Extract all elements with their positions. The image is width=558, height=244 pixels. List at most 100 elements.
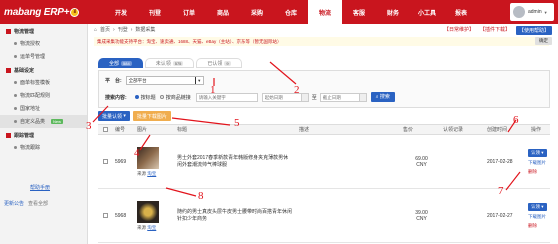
platform-row: 平 台: 全部平台 ▼: [105, 76, 204, 85]
tab-count: 584: [121, 60, 132, 66]
update-notice-link[interactable]: 更新公告: [4, 200, 24, 207]
download-images-link[interactable]: 下载图片: [528, 214, 546, 220]
created-date: 2017-02-28: [487, 158, 513, 165]
col-created: 创建时间: [487, 127, 508, 133]
chevron-down-icon: ▼: [543, 9, 548, 15]
user-name: admin: [528, 9, 542, 15]
nav-logistics[interactable]: 物流: [308, 0, 342, 24]
bulk-claim-button[interactable]: 批量认领 ▾: [98, 111, 130, 121]
chevron-down-icon[interactable]: ▼: [194, 77, 203, 84]
group-icon: [6, 133, 11, 138]
calendar-icon[interactable]: [358, 92, 367, 102]
sidebar-group-settings[interactable]: 基础设定: [0, 63, 87, 76]
row-number: 5968: [115, 212, 127, 219]
tab-unclaimed[interactable]: 未认领 575: [144, 58, 195, 68]
row-checkbox[interactable]: [102, 213, 108, 218]
row-actions: 认领 ▾ 下载图片 删除: [528, 189, 550, 242]
nav-develop[interactable]: 开发: [104, 0, 138, 24]
sidebar-item-logistics-auth[interactable]: 物流授权: [0, 37, 87, 50]
row-select-cell: [98, 135, 112, 188]
search-icon: ⌕: [375, 94, 379, 100]
sidebar-item-custom-category[interactable]: 自定义品类 New: [0, 115, 87, 128]
notice-confirm-button[interactable]: 确定: [535, 37, 552, 45]
radio-by-title[interactable]: [134, 95, 139, 99]
product-thumbnail[interactable]: [137, 146, 159, 169]
product-thumbnail[interactable]: [137, 200, 159, 223]
end-date-input[interactable]: [319, 92, 360, 102]
keyword-input[interactable]: [195, 92, 258, 102]
help-link[interactable]: 【使用帮助】: [515, 26, 552, 35]
nav-warehouse[interactable]: 仓库: [274, 0, 308, 24]
col-claim-record: 认领记录: [443, 127, 464, 133]
app-logo[interactable]: mabang ERP+ ¥: [4, 6, 80, 18]
sidebar-group-tracking[interactable]: 跟踪管理: [0, 128, 87, 141]
update-notice[interactable]: 更新公告 查看全部: [4, 200, 48, 207]
avatar: [513, 6, 525, 18]
bullet-icon: [14, 146, 17, 149]
breadcrumb-home[interactable]: 首页: [100, 26, 110, 33]
annotation-8: 8: [198, 190, 204, 202]
breadcrumb-sep: ›: [113, 26, 115, 33]
delete-link[interactable]: 删除: [528, 169, 537, 175]
nav-products[interactable]: 商品: [206, 0, 240, 24]
nav-finance[interactable]: 财务: [376, 0, 410, 24]
select-all-checkbox[interactable]: [102, 127, 108, 132]
plugin-download-link[interactable]: 【插件下载】: [480, 26, 510, 35]
tab-count: 575: [172, 60, 184, 66]
product-title: 随约的男士真皮头层牛皮男士腰带时尚百搭青年休闲针扣少年商务: [177, 209, 293, 222]
bullet-icon: [14, 55, 17, 58]
bullet-icon: [14, 120, 17, 123]
claim-button[interactable]: 认领 ▾: [528, 202, 547, 211]
select-all-cell: [98, 125, 112, 134]
maintenance-link[interactable]: 【日常维护】: [444, 26, 474, 35]
chevron-down-icon: ▾: [123, 113, 126, 119]
nav-service[interactable]: 客服: [342, 0, 376, 24]
col-number: 编号: [115, 127, 126, 133]
row-select-cell: [98, 189, 112, 242]
nav-reports[interactable]: 报表: [444, 0, 478, 24]
nav-listing[interactable]: 刊登: [138, 0, 172, 24]
sidebar-item-label-templates[interactable]: 面单标签模板: [0, 76, 87, 89]
bullet-icon: [14, 94, 17, 97]
nav-orders[interactable]: 订单: [172, 0, 206, 24]
nav-tools[interactable]: 小工具: [410, 0, 444, 24]
user-menu[interactable]: admin ▼: [510, 3, 554, 21]
row-checkbox[interactable]: [102, 159, 108, 164]
bulk-download-images-button[interactable]: 批量下载图片: [132, 111, 171, 121]
radio-by-title-label: 按标题: [140, 94, 156, 101]
row-image-cell: 来源 淘宝: [134, 189, 174, 242]
radio-by-link[interactable]: [159, 95, 164, 99]
tab-claimed[interactable]: 已认领 9: [196, 58, 242, 68]
source-link[interactable]: 淘宝: [147, 225, 156, 230]
view-all-link[interactable]: 查看全部: [28, 200, 48, 207]
sidebar-item-country-address[interactable]: 国家地址: [0, 102, 87, 115]
help-manual-link[interactable]: 帮助手册: [30, 184, 50, 191]
sidebar-item-label: 物流匹配规则: [20, 93, 51, 99]
breadcrumb-listing[interactable]: 刊登: [118, 26, 128, 33]
home-icon: ⌂: [94, 26, 98, 33]
delete-link[interactable]: 删除: [528, 223, 537, 229]
product-description: [296, 189, 400, 242]
sidebar-item-tracking-numbers[interactable]: 运单号管理: [0, 50, 87, 63]
nav-purchase[interactable]: 采购: [240, 0, 274, 24]
sidebar-item-matching-rules[interactable]: 物流匹配规则: [0, 89, 87, 102]
sidebar-group-logistics[interactable]: 物流管理: [0, 24, 87, 37]
sidebar-group-label: 基础设定: [14, 68, 35, 74]
download-images-link[interactable]: 下载图片: [528, 160, 546, 166]
search-button[interactable]: ⌕ 搜索: [370, 92, 395, 102]
annotation-7: 7: [498, 185, 504, 197]
row-number: 5969: [115, 158, 127, 165]
sidebar-item-logistics-tracking[interactable]: 物流跟踪: [0, 141, 87, 154]
calendar-icon[interactable]: [300, 92, 309, 102]
platform-select[interactable]: 全部平台 ▼: [125, 76, 204, 85]
claim-button[interactable]: 认领 ▾: [528, 148, 547, 157]
sidebar-group-label: 跟踪管理: [14, 133, 35, 139]
product-source: 来源 淘宝: [137, 225, 156, 231]
annotation-1: 1: [210, 84, 216, 96]
tab-all[interactable]: 全部 584: [98, 58, 143, 68]
product-price: 39.00 CNY: [400, 189, 440, 242]
platform-notice: 集成采集功能支持平台：淘宝、速卖通、1688、天猫、eBay（主站）、京东等（暂…: [94, 37, 549, 46]
source-link[interactable]: 淘宝: [147, 171, 156, 176]
group-icon: [6, 29, 11, 34]
date-separator: 至: [311, 94, 317, 101]
